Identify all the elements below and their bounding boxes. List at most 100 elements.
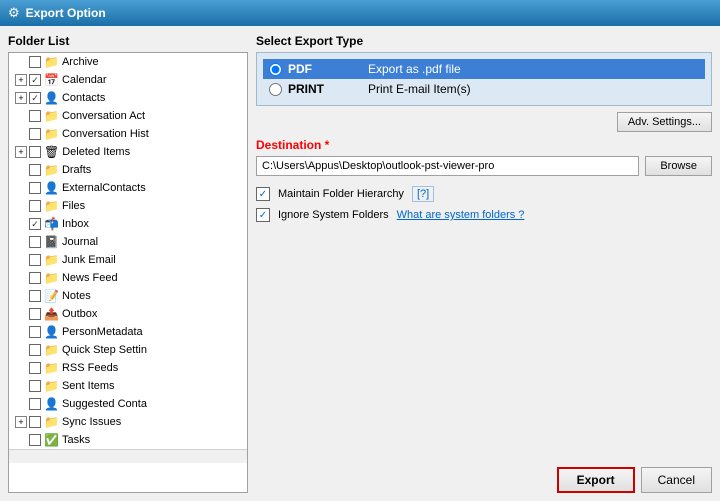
title-bar-icon: ⚙ bbox=[8, 5, 20, 21]
checkbox-deleted-items[interactable] bbox=[29, 146, 41, 158]
folder-label-deleted-items: Deleted Items bbox=[62, 146, 130, 158]
folder-label-calendar: Calendar bbox=[62, 74, 107, 86]
checkbox-suggested-conta[interactable] bbox=[29, 398, 41, 410]
options-section: Maintain Folder Hierarchy [?] Ignore Sys… bbox=[256, 182, 712, 226]
expand-deleted-items[interactable]: + bbox=[15, 146, 27, 158]
maintain-hierarchy-label: Maintain Folder Hierarchy bbox=[278, 188, 404, 200]
export-desc-pdf: Export as .pdf file bbox=[368, 62, 461, 76]
checkbox-outbox[interactable] bbox=[29, 308, 41, 320]
checkbox-sync-issues[interactable] bbox=[29, 416, 41, 428]
folder-icon-person-metadata: 👤 bbox=[44, 325, 59, 339]
folder-icon-conversation-hist: 📁 bbox=[44, 127, 59, 141]
ignore-system-label: Ignore System Folders bbox=[278, 209, 389, 221]
folder-label-external-contacts: ExternalContacts bbox=[62, 182, 146, 194]
checkbox-sent-items[interactable] bbox=[29, 380, 41, 392]
checkbox-tasks[interactable] bbox=[29, 434, 41, 446]
folder-item-suggested-conta[interactable]: 👤Suggested Conta bbox=[9, 395, 247, 413]
folder-label-archive: Archive bbox=[62, 56, 99, 68]
folder-icon-news-feed: 📁 bbox=[44, 271, 59, 285]
folder-label-notes: Notes bbox=[62, 290, 91, 302]
what-are-system-folders-link[interactable]: What are system folders ? bbox=[397, 209, 525, 221]
folder-icon-tasks: ✅ bbox=[44, 433, 59, 447]
folder-icon-inbox: 📬 bbox=[44, 217, 59, 231]
h-scroll-bar[interactable] bbox=[9, 449, 247, 463]
checkbox-files[interactable] bbox=[29, 200, 41, 212]
folder-item-conversation-hist[interactable]: 📁Conversation Hist bbox=[9, 125, 247, 143]
checkbox-contacts[interactable] bbox=[29, 92, 41, 104]
folder-item-quick-step[interactable]: 📁Quick Step Settin bbox=[9, 341, 247, 359]
folder-item-deleted-items[interactable]: +🗑Deleted Items bbox=[9, 143, 247, 161]
checkbox-journal[interactable] bbox=[29, 236, 41, 248]
cancel-button[interactable]: Cancel bbox=[641, 467, 712, 493]
folder-icon-conversation-act: 📁 bbox=[44, 109, 59, 123]
folder-item-outbox[interactable]: 📤Outbox bbox=[9, 305, 247, 323]
folder-item-inbox[interactable]: 📬Inbox bbox=[9, 215, 247, 233]
checkbox-person-metadata[interactable] bbox=[29, 326, 41, 338]
checkbox-junk-email[interactable] bbox=[29, 254, 41, 266]
folder-label-quick-step: Quick Step Settin bbox=[62, 344, 147, 356]
folder-label-conversation-act: Conversation Act bbox=[62, 110, 145, 122]
expand-sync-issues[interactable]: + bbox=[15, 416, 27, 428]
maintain-hierarchy-help[interactable]: [?] bbox=[412, 186, 434, 202]
folder-item-files[interactable]: 📁Files bbox=[9, 197, 247, 215]
export-button[interactable]: Export bbox=[557, 467, 635, 493]
checkbox-news-feed[interactable] bbox=[29, 272, 41, 284]
folder-item-rss-feeds[interactable]: 📁RSS Feeds bbox=[9, 359, 247, 377]
title-bar: ⚙ Export Option bbox=[0, 0, 720, 26]
folder-label-drafts: Drafts bbox=[62, 164, 91, 176]
folder-item-journal[interactable]: 📓Journal bbox=[9, 233, 247, 251]
folder-label-sync-issues: Sync Issues bbox=[62, 416, 121, 428]
folder-item-person-metadata[interactable]: 👤PersonMetadata bbox=[9, 323, 247, 341]
folder-item-junk-email[interactable]: 📁Junk Email bbox=[9, 251, 247, 269]
folder-label-conversation-hist: Conversation Hist bbox=[62, 128, 149, 140]
export-option-print[interactable]: PRINT Print E-mail Item(s) bbox=[263, 79, 705, 99]
checkbox-external-contacts[interactable] bbox=[29, 182, 41, 194]
folder-item-external-contacts[interactable]: 👤ExternalContacts bbox=[9, 179, 247, 197]
export-desc-print: Print E-mail Item(s) bbox=[368, 82, 471, 96]
export-type-section: Select Export Type PDF Export as .pdf fi… bbox=[256, 34, 712, 106]
folder-item-news-feed[interactable]: 📁News Feed bbox=[9, 269, 247, 287]
folder-item-drafts[interactable]: 📁Drafts bbox=[9, 161, 247, 179]
checkbox-quick-step[interactable] bbox=[29, 344, 41, 356]
browse-button[interactable]: Browse bbox=[645, 156, 712, 176]
folder-item-calendar[interactable]: +📅Calendar bbox=[9, 71, 247, 89]
folder-icon-quick-step: 📁 bbox=[44, 343, 59, 357]
checkbox-inbox[interactable] bbox=[29, 218, 41, 230]
maintain-hierarchy-checkbox[interactable] bbox=[256, 187, 270, 201]
folder-icon-files: 📁 bbox=[44, 199, 59, 213]
folder-label-rss-feeds: RSS Feeds bbox=[62, 362, 118, 374]
checkbox-notes[interactable] bbox=[29, 290, 41, 302]
destination-input[interactable] bbox=[256, 156, 639, 176]
radio-print[interactable] bbox=[269, 83, 282, 96]
checkbox-archive[interactable] bbox=[29, 56, 41, 68]
ignore-system-checkbox[interactable] bbox=[256, 208, 270, 222]
folder-item-sent-items[interactable]: 📁Sent Items bbox=[9, 377, 247, 395]
folder-item-conversation-act[interactable]: 📁Conversation Act bbox=[9, 107, 247, 125]
checkbox-conversation-act[interactable] bbox=[29, 110, 41, 122]
checkbox-conversation-hist[interactable] bbox=[29, 128, 41, 140]
destination-input-row: Browse bbox=[256, 156, 712, 176]
folder-item-notes[interactable]: 📝Notes bbox=[9, 287, 247, 305]
folder-item-contacts[interactable]: +👤Contacts bbox=[9, 89, 247, 107]
folder-item-sync-issues[interactable]: +📁Sync Issues bbox=[9, 413, 247, 431]
folder-icon-drafts: 📁 bbox=[44, 163, 59, 177]
folder-list-title: Folder List bbox=[8, 34, 248, 48]
folder-item-tasks[interactable]: ✅Tasks bbox=[9, 431, 247, 449]
checkbox-rss-feeds[interactable] bbox=[29, 362, 41, 374]
destination-label: Destination * bbox=[256, 138, 712, 152]
adv-settings-row: Adv. Settings... bbox=[256, 112, 712, 132]
checkbox-drafts[interactable] bbox=[29, 164, 41, 176]
export-options-container: PDF Export as .pdf file PRINT Print E-ma… bbox=[256, 52, 712, 106]
checkbox-calendar[interactable] bbox=[29, 74, 41, 86]
folder-icon-notes: 📝 bbox=[44, 289, 59, 303]
export-option-pdf[interactable]: PDF Export as .pdf file bbox=[263, 59, 705, 79]
main-container: Folder List 📁Archive+📅Calendar+👤Contacts… bbox=[0, 26, 720, 501]
folder-item-archive[interactable]: 📁Archive bbox=[9, 53, 247, 71]
left-panel: Folder List 📁Archive+📅Calendar+👤Contacts… bbox=[8, 34, 248, 493]
adv-settings-button[interactable]: Adv. Settings... bbox=[617, 112, 712, 132]
expand-contacts[interactable]: + bbox=[15, 92, 27, 104]
expand-calendar[interactable]: + bbox=[15, 74, 27, 86]
radio-pdf[interactable] bbox=[269, 63, 282, 76]
folder-list-container[interactable]: 📁Archive+📅Calendar+👤Contacts📁Conversatio… bbox=[8, 52, 248, 493]
folder-label-files: Files bbox=[62, 200, 85, 212]
